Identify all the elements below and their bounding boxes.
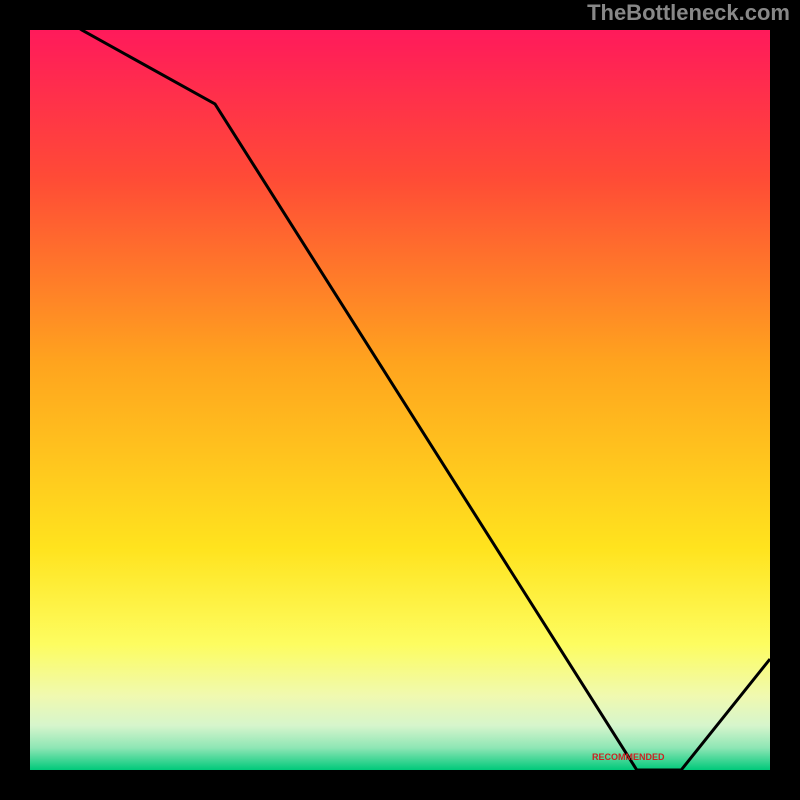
recommended-label: RECOMMENDED xyxy=(592,752,665,762)
attribution-text: TheBottleneck.com xyxy=(587,0,790,26)
chart-container: TheBottleneck.com RECOMMENDED xyxy=(0,0,800,800)
plot-area: RECOMMENDED xyxy=(30,30,770,770)
bottleneck-curve xyxy=(30,30,770,770)
